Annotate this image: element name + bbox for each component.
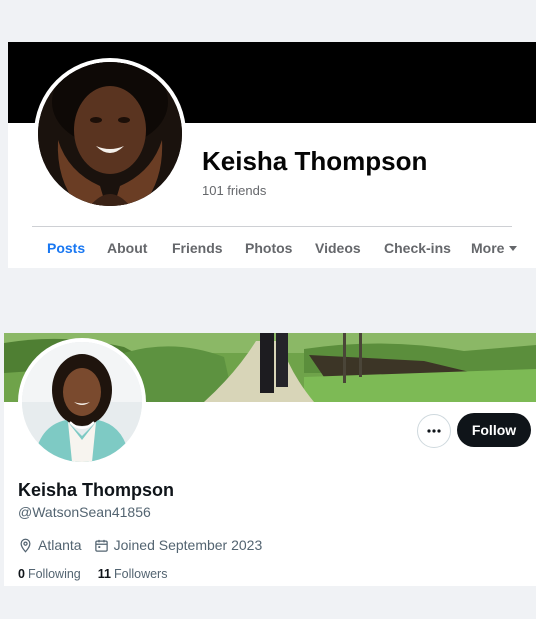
followers-link[interactable]: 11 Followers	[98, 567, 168, 581]
profile-picture[interactable]	[18, 338, 146, 466]
profile-picture[interactable]	[34, 58, 186, 210]
tab-posts[interactable]: Posts	[47, 240, 85, 256]
display-name: Keisha Thompson	[18, 480, 175, 500]
caret-down-icon	[509, 245, 518, 251]
more-horizontal-icon	[427, 429, 441, 433]
divider	[32, 226, 512, 227]
more-options-button[interactable]	[417, 414, 451, 448]
join-date-text: Joined September 2023	[113, 537, 263, 553]
profile-name: Keisha Thompson	[202, 146, 428, 176]
following-label: Following	[27, 567, 81, 581]
tab-about[interactable]: About	[107, 240, 147, 256]
friends-count[interactable]: 101 friends	[202, 183, 266, 198]
user-handle: @WatsonSean41856	[18, 504, 151, 520]
profile-meta: Atlanta Joined September 2023	[18, 536, 274, 554]
profile-photo-image	[38, 62, 182, 206]
tab-check-ins[interactable]: Check-ins	[384, 240, 451, 256]
profile-photo-image	[22, 342, 142, 462]
location-pin-icon	[20, 538, 31, 553]
tab-more-label: More	[471, 240, 505, 256]
follow-stats: 0 Following 11 Followers	[18, 567, 184, 581]
followers-label: Followers	[113, 567, 168, 581]
location: Atlanta	[18, 537, 82, 553]
location-text: Atlanta	[38, 537, 82, 553]
twitter-profile-card: Follow Keisha Thompson @WatsonSean41856 …	[4, 333, 536, 586]
following-count: 0	[18, 567, 25, 581]
profile-tabs: Posts About Friends Photos Videos Check-…	[32, 240, 532, 264]
following-link[interactable]: 0 Following	[18, 567, 81, 581]
tab-photos[interactable]: Photos	[245, 240, 292, 256]
calendar-icon	[94, 539, 108, 552]
tab-more[interactable]: More	[471, 240, 518, 256]
join-date: Joined September 2023	[94, 537, 263, 553]
follow-button[interactable]: Follow	[457, 413, 531, 447]
followers-count: 11	[97, 567, 111, 581]
tab-friends[interactable]: Friends	[172, 240, 223, 256]
facebook-profile-card: Keisha Thompson 101 friends Posts About …	[8, 42, 536, 268]
tab-videos[interactable]: Videos	[315, 240, 361, 256]
